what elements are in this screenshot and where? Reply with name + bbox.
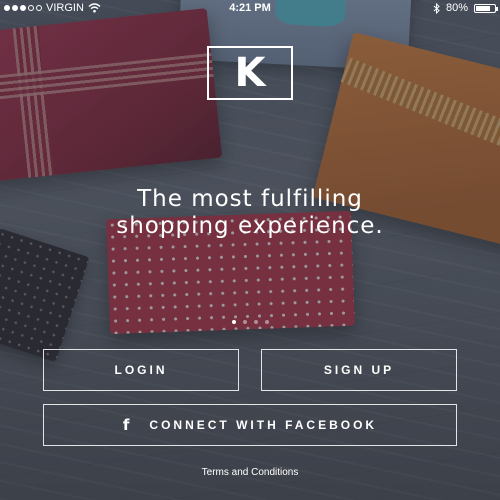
brand-logo: K bbox=[207, 46, 293, 100]
login-button[interactable]: LOGIN bbox=[43, 349, 239, 391]
status-time: 4:21 PM bbox=[229, 2, 271, 14]
signup-button[interactable]: SIGN UP bbox=[261, 349, 457, 391]
onboarding-screen: VIRGIN 4:21 PM 80% K The most fulfilling… bbox=[0, 0, 500, 500]
page-dot[interactable] bbox=[264, 320, 269, 324]
signup-button-label: SIGN UP bbox=[323, 363, 395, 377]
status-bar: VIRGIN 4:21 PM 80% bbox=[0, 0, 500, 16]
battery-percent: 80% bbox=[445, 2, 468, 14]
page-dot[interactable] bbox=[242, 320, 247, 324]
tagline: The most fulfilling shopping experience. bbox=[0, 186, 500, 240]
logo-letter: K bbox=[234, 50, 266, 96]
connect-facebook-label: CONNECT WITH FACEBOOK bbox=[149, 418, 378, 432]
battery-level-fill bbox=[476, 5, 491, 11]
tagline-line-1: The most fulfilling bbox=[137, 186, 363, 212]
page-dot[interactable] bbox=[253, 320, 258, 324]
tagline-line-2: shopping experience. bbox=[116, 213, 384, 239]
page-dot[interactable] bbox=[231, 320, 236, 324]
battery-icon bbox=[474, 3, 498, 13]
login-button-label: LOGIN bbox=[114, 363, 168, 377]
terms-link[interactable]: Terms and Conditions bbox=[0, 467, 500, 478]
connect-facebook-button[interactable]: f CONNECT WITH FACEBOOK bbox=[43, 404, 457, 446]
page-indicator bbox=[0, 320, 500, 324]
bluetooth-icon bbox=[433, 2, 440, 14]
status-right: 80% bbox=[433, 0, 498, 16]
facebook-icon: f bbox=[122, 416, 130, 434]
